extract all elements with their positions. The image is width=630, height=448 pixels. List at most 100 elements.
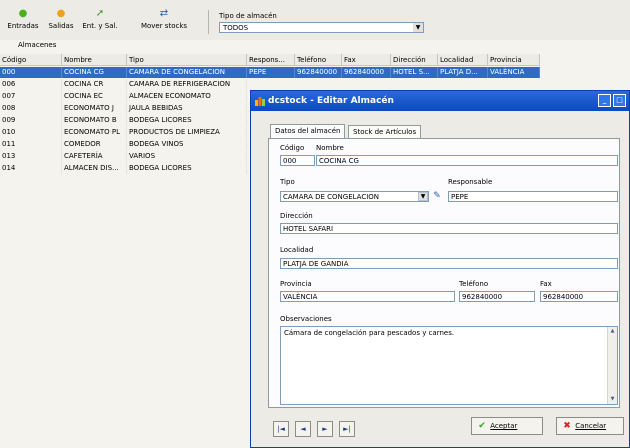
salidas-label: Salidas <box>48 22 74 30</box>
cell-codigo: 006 <box>0 79 62 90</box>
cell-codigo: 000 <box>0 67 62 78</box>
cancelar-label: Cancelar <box>575 422 607 430</box>
toolbar-separator <box>208 10 209 34</box>
fax-field[interactable]: 962840000 <box>540 291 618 302</box>
next-record-button[interactable]: ► <box>317 421 333 437</box>
editar-almacen-dialog: dcstock - Editar Almacén _ □ Datos del a… <box>250 90 630 448</box>
column-header-codigo[interactable]: Código <box>0 54 62 66</box>
cell-tipo: CAMARA DE CONGELACION <box>127 67 247 78</box>
maximize-icon[interactable]: □ <box>613 94 626 107</box>
salidas-button[interactable]: ● Salidas <box>45 9 77 37</box>
cancel-x-icon: ✖ <box>563 421 571 431</box>
aceptar-label: Aceptar <box>490 422 518 430</box>
ent-y-sal-button[interactable]: ➚ Ent. y Sal. <box>80 9 120 37</box>
tab-stock-articulos[interactable]: Stock de Artículos <box>348 125 422 138</box>
cell-nombre: COCINA CG <box>62 67 127 78</box>
tipo-select[interactable]: CAMARA DE CONGELACION <box>280 191 429 202</box>
codigo-label: Código <box>280 144 305 152</box>
cell-tipo: PRODUCTOS DE LIMPIEZA <box>127 127 247 138</box>
cell-nombre: ALMACEN DIS... <box>62 163 127 174</box>
nombre-field[interactable]: COCINA CG <box>316 155 618 166</box>
responsable-field[interactable]: PEPE <box>448 191 618 202</box>
nombre-label: Nombre <box>316 144 344 152</box>
cancelar-button[interactable]: ✖ Cancelar <box>556 417 624 435</box>
check-icon: ✔ <box>478 421 486 431</box>
cell-provincia: VALÈNCIA <box>488 67 540 78</box>
cell-codigo: 013 <box>0 151 62 162</box>
cell-nombre: ECONOMATO B <box>62 115 127 126</box>
telefono-label: Teléfono <box>459 280 489 288</box>
cell-codigo: 011 <box>0 139 62 150</box>
scroll-down-icon[interactable]: ▼ <box>608 395 617 404</box>
table-row[interactable]: 006 COCINA CR CAMARA DE REFRIGERACION <box>0 79 540 90</box>
salidas-icon: ● <box>56 8 66 19</box>
cell-nombre: ECONOMATO PL <box>62 127 127 138</box>
localidad-label: Localidad <box>280 246 314 254</box>
mover-stocks-label: Mover stocks <box>140 22 188 30</box>
edit-pencil-icon[interactable]: ✎ <box>431 191 443 202</box>
prev-record-button[interactable]: ◄ <box>295 421 311 437</box>
scroll-up-icon[interactable]: ▲ <box>608 327 617 336</box>
localidad-field[interactable]: PLATJA DE GANDIA <box>280 258 618 269</box>
main-toolbar: ● Entradas ● Salidas ➚ Ent. y Sal. ⇄ Mov… <box>0 0 630 40</box>
cell-tipo: BODEGA VINOS <box>127 139 247 150</box>
aceptar-button[interactable]: ✔ Aceptar <box>471 417 543 435</box>
observaciones-textarea[interactable]: Cámara de congelación para pescados y ca… <box>280 326 618 405</box>
last-record-button[interactable]: ►| <box>339 421 355 437</box>
entradas-icon: ● <box>18 8 28 19</box>
codigo-field[interactable]: 000 <box>280 155 315 166</box>
cell-tipo: JAULA BEBIDAS <box>127 103 247 114</box>
cell-tipo: VARIOS <box>127 151 247 162</box>
cell-nombre: CAFETERÍA <box>62 151 127 162</box>
datos-almacen-panel: Código Nombre 000 COCINA CG Tipo Respons… <box>268 138 620 408</box>
cell-nombre: ECONOMATO J <box>62 103 127 114</box>
cell-tipo: ALMACEN ECONOMATO <box>127 91 247 102</box>
table-row[interactable]: 000 COCINA CG CAMARA DE CONGELACION PEPE… <box>0 67 540 78</box>
tipo-almacen-value: TODOS <box>223 24 249 32</box>
column-header-localidad[interactable]: Localidad <box>438 54 488 66</box>
observaciones-label: Observaciones <box>280 315 332 323</box>
provincia-label: Provincia <box>280 280 312 288</box>
column-header-fax[interactable]: Fax <box>342 54 391 66</box>
fax-label: Fax <box>540 280 552 288</box>
tipo-value: CAMARA DE CONGELACION <box>283 193 380 201</box>
ent-y-sal-label: Ent. y Sal. <box>82 22 118 30</box>
first-record-button[interactable]: |◄ <box>273 421 289 437</box>
column-header-telefono[interactable]: Teléfono <box>295 54 342 66</box>
cell-nombre: COCINA EC <box>62 91 127 102</box>
minimize-icon[interactable]: _ <box>598 94 611 107</box>
app-icon <box>255 97 265 106</box>
tipo-almacen-select[interactable]: TODOS ▼ <box>219 22 424 33</box>
entradas-label: Entradas <box>7 22 39 30</box>
cell-codigo: 009 <box>0 115 62 126</box>
cell-localidad: PLATJA D... <box>438 67 488 78</box>
chevron-down-icon[interactable]: ▼ <box>418 192 428 201</box>
telefono-field[interactable]: 962840000 <box>459 291 535 302</box>
observaciones-text: Cámara de congelación para pescados y ca… <box>284 329 455 337</box>
mover-stocks-button[interactable]: ⇄ Mover stocks <box>123 9 205 37</box>
tipo-label: Tipo <box>280 178 295 186</box>
observaciones-scrollbar[interactable]: ▲ ▼ <box>607 327 617 404</box>
cell-tipo: BODEGA LICORES <box>127 115 247 126</box>
cell-tipo: CAMARA DE REFRIGERACION <box>127 79 247 90</box>
column-header-direccion[interactable]: Dirección <box>391 54 438 66</box>
chevron-down-icon[interactable]: ▼ <box>413 23 423 32</box>
cell-responsable: PEPE <box>247 67 295 78</box>
direccion-label: Dirección <box>280 212 313 220</box>
dialog-titlebar[interactable]: dcstock - Editar Almacén _ □ <box>251 91 629 111</box>
cell-direccion: HOTEL S... <box>391 67 438 78</box>
direccion-field[interactable]: HOTEL SAFARI <box>280 223 618 234</box>
column-header-nombre[interactable]: Nombre <box>62 54 127 66</box>
column-header-tipo[interactable]: Tipo <box>127 54 247 66</box>
cell-nombre: COMEDOR <box>62 139 127 150</box>
cell-telefono: 962840000 <box>295 67 342 78</box>
cell-tipo: BODEGA LICORES <box>127 163 247 174</box>
entradas-button[interactable]: ● Entradas <box>4 9 42 37</box>
mover-stocks-icon: ⇄ <box>159 8 169 19</box>
column-header-provincia[interactable]: Provincia <box>488 54 540 66</box>
cell-codigo: 010 <box>0 127 62 138</box>
provincia-field[interactable]: VALÈNCIA <box>280 291 455 302</box>
column-header-responsable[interactable]: Respons... <box>247 54 295 66</box>
ent-y-sal-icon: ➚ <box>95 8 105 19</box>
tab-datos-almacen[interactable]: Datos del almacén <box>270 124 346 139</box>
